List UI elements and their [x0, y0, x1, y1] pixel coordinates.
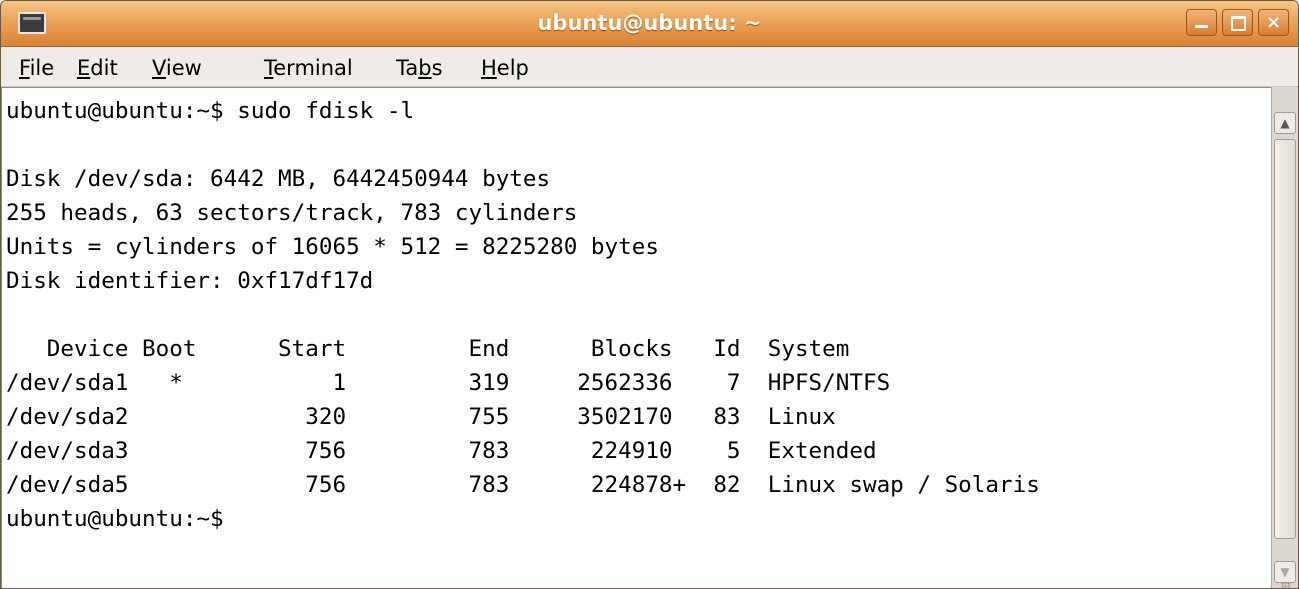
terminal-line: /dev/sda2 320 755 3502170 83 Linux: [6, 404, 836, 430]
menu-tabs-pre: Ta: [396, 56, 419, 80]
menu-bar: File Edit View Terminal Tabs Help: [1, 47, 1298, 87]
menu-edit-mnemonic: E: [77, 56, 91, 80]
terminal-window: ubuntu@ubuntu: ~ × File Edit View Termin…: [0, 0, 1299, 589]
maximize-button[interactable]: [1222, 9, 1253, 36]
menu-help[interactable]: Help: [481, 55, 529, 81]
scroll-up-arrow-icon[interactable]: ▲: [1274, 112, 1296, 134]
terminal-line: /dev/sda5 756 783 224878+ 82 Linux swap …: [6, 472, 1040, 498]
menu-help-mnemonic: H: [481, 56, 497, 80]
terminal-line: Units = cylinders of 16065 * 512 = 82252…: [6, 234, 659, 260]
menu-tabs[interactable]: Tabs: [396, 55, 443, 81]
close-icon: ×: [1265, 12, 1282, 33]
scroll-thumb[interactable]: [1274, 139, 1296, 588]
window-title: ubuntu@ubuntu: ~: [537, 11, 762, 35]
terminal-line: Disk /dev/sda: 6442 MB, 6442450944 bytes: [6, 166, 551, 192]
minimize-button[interactable]: [1186, 9, 1217, 36]
vertical-scrollbar[interactable]: ▲ ▼: [1271, 87, 1298, 588]
terminal-line: 255 heads, 63 sectors/track, 783 cylinde…: [6, 200, 578, 226]
terminal-line: /dev/sda1 * 1 319 2562336 7 HPFS/NTFS: [6, 370, 891, 396]
menu-edit-rest: dit: [90, 56, 118, 80]
maximize-icon: [1231, 16, 1246, 31]
terminal-line: ubuntu@ubuntu:~$ sudo fdisk -l: [6, 98, 415, 124]
terminal-line: Disk identifier: 0xf17df17d: [6, 268, 374, 294]
menu-edit[interactable]: Edit: [77, 55, 118, 81]
menu-file-mnemonic: F: [19, 56, 30, 80]
menu-tabs-rest: s: [431, 56, 443, 80]
menu-file-rest: ile: [29, 56, 55, 80]
minimize-icon: [1195, 25, 1208, 28]
menu-view-rest: iew: [165, 56, 202, 80]
menu-terminal[interactable]: Terminal: [264, 55, 353, 81]
menu-terminal-rest: erminal: [273, 56, 353, 80]
terminal-line: Device Boot Start End Blocks Id System: [6, 336, 850, 362]
close-button[interactable]: ×: [1258, 9, 1289, 36]
terminal-line: /dev/sda3 756 783 224910 5 Extended: [6, 438, 877, 464]
menu-view[interactable]: View: [152, 55, 202, 81]
terminal-output[interactable]: ubuntu@ubuntu:~$ sudo fdisk -l Disk /dev/…: [1, 87, 1271, 588]
title-bar[interactable]: ubuntu@ubuntu: ~ ×: [1, 1, 1298, 47]
scroll-down-arrow-icon[interactable]: ▼: [1274, 561, 1296, 583]
menu-file[interactable]: File: [19, 55, 54, 81]
terminal-text: ubuntu@ubuntu:~$ sudo fdisk -l Disk /dev/…: [2, 88, 1271, 536]
menu-tabs-mnemonic: b: [418, 56, 432, 80]
menu-view-mnemonic: V: [152, 56, 166, 80]
terminal-line: ubuntu@ubuntu:~$: [6, 506, 224, 532]
menu-help-rest: elp: [496, 56, 529, 80]
menu-terminal-mnemonic: T: [264, 56, 274, 80]
